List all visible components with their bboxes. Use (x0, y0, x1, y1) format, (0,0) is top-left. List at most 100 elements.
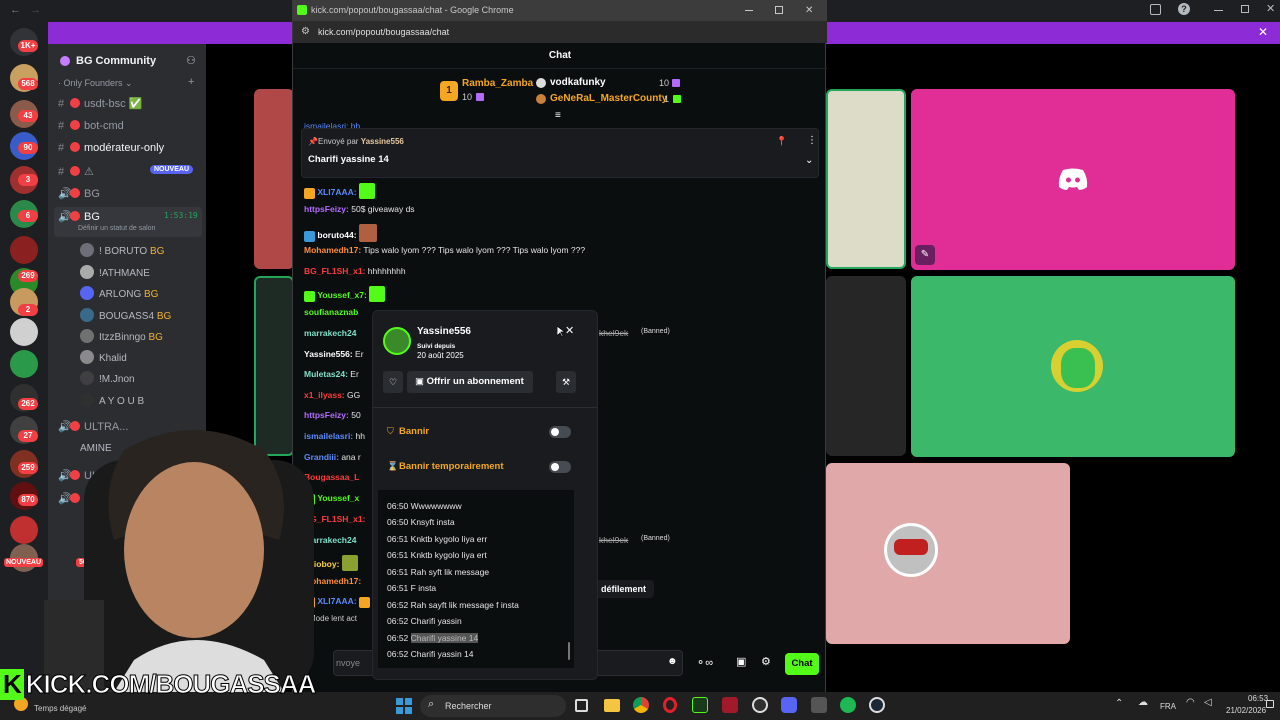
language-indicator[interactable]: FRA (1160, 702, 1176, 711)
follow-button[interactable]: ♡ (383, 371, 403, 393)
ban-toggle[interactable] (549, 426, 571, 438)
video-tile[interactable] (826, 463, 1070, 644)
unpin-icon[interactable]: 📍 (776, 136, 787, 147)
leaderboard-name[interactable]: Ramba_Zamba (462, 78, 533, 89)
chevron-up-icon[interactable]: ⌃ (1115, 698, 1123, 709)
chat-message[interactable]: Mohamedh17: Tips walo lyom ??? Tips walo… (304, 245, 585, 255)
spotify-icon[interactable] (840, 697, 856, 713)
file-explorer-icon[interactable] (604, 699, 620, 712)
network-icon[interactable]: ☁ (1138, 697, 1148, 708)
steam-icon[interactable] (869, 697, 885, 713)
voice-user[interactable]: !M.Jnon (80, 371, 135, 385)
gift-sub-icon[interactable]: ▣ (736, 655, 746, 668)
volume-icon[interactable]: ◁ (1204, 697, 1212, 708)
chat-send-button[interactable]: Chat (785, 653, 819, 675)
inbox-icon[interactable] (1150, 4, 1161, 15)
server-badge: 43 (18, 110, 38, 122)
chat-message[interactable]: Youssef_x7: (304, 286, 386, 302)
minimize-icon[interactable] (745, 10, 753, 11)
wifi-icon[interactable]: ◠ (1186, 697, 1195, 708)
video-tile[interactable] (911, 276, 1235, 457)
scroll-to-bottom-button[interactable]: défilement (593, 580, 655, 598)
voice-user[interactable]: A Y O U B (80, 393, 144, 407)
video-tile[interactable] (254, 89, 294, 269)
chat-message[interactable]: x1_ilyass: GG (304, 390, 360, 400)
chat-message[interactable]: Yassine556: Er (304, 349, 364, 359)
leaderboard-name[interactable]: GeNeRaL_MasterCounty (550, 93, 667, 104)
server-icon[interactable] (10, 350, 38, 378)
add-channel-icon[interactable]: + (188, 76, 194, 88)
server-icon[interactable] (10, 516, 38, 544)
close-window-icon[interactable]: ✕ (805, 0, 813, 21)
server-icon[interactable] (10, 318, 38, 346)
windows-start-icon[interactable] (396, 698, 412, 714)
channel-warning[interactable]: # ⚠ (58, 165, 94, 178)
section-only-founders[interactable]: · Only Founders ⌄ (58, 78, 133, 89)
voice-channel-bg-1[interactable]: 🔊 BG (58, 187, 100, 200)
kick-app-icon[interactable] (692, 697, 708, 713)
channel-bot-cmd[interactable]: # bot-cmd (58, 120, 124, 132)
mod-tools-button[interactable]: ⚒ (556, 371, 576, 393)
obs-icon[interactable] (752, 697, 768, 713)
server-icon[interactable] (10, 236, 38, 264)
channel-usdt-bsc[interactable]: # usdt-bsc ✅ (58, 97, 142, 110)
set-status-link[interactable]: Définir un statut de salon (78, 225, 155, 232)
forward-arrow-icon[interactable]: → (30, 4, 41, 16)
history-scrollbar[interactable] (568, 642, 570, 660)
chat-message[interactable]: httpsFeizy: 50$ giveaway ds (304, 204, 415, 214)
maximize-icon[interactable] (1241, 5, 1249, 13)
taskbar-search[interactable]: ⌕ Rechercher (420, 695, 566, 717)
back-arrow-icon[interactable]: ← (10, 4, 21, 16)
banner-close-icon[interactable]: ✕ (1258, 25, 1268, 39)
chat-message[interactable]: httpsFeizy: 50 (304, 410, 361, 420)
address-bar[interactable]: ⚙ kick.com/popout/bougassaa/chat (293, 21, 827, 43)
gift-sub-button[interactable]: ▣ Offrir un abonnement (407, 371, 533, 393)
points-icon[interactable]: ⚬∞ (696, 656, 713, 669)
notification-icon[interactable] (1266, 700, 1274, 708)
close-icon[interactable]: ✕ (565, 324, 574, 337)
chat-message[interactable]: boruto44: (304, 224, 377, 242)
voice-user[interactable]: Khalid (80, 350, 127, 364)
chat-message[interactable]: XLI7AAA: (304, 183, 375, 199)
add-member-icon[interactable]: ⚇ (186, 54, 196, 67)
settings-icon[interactable]: ⚙ (761, 655, 771, 668)
chat-message[interactable]: marrakech24 (304, 328, 356, 338)
video-tile[interactable] (826, 89, 906, 269)
minimize-icon[interactable] (1214, 10, 1223, 11)
discord-icon[interactable] (781, 697, 797, 713)
maximize-icon[interactable] (775, 6, 783, 14)
clock-date[interactable]: 21/02/2026 (1226, 706, 1266, 715)
user-message-history: 06:50 Wwwwwwww 06:50 Knsyft insta 06:51 … (378, 490, 574, 668)
chat-message[interactable]: soufianaznab (304, 307, 358, 317)
guild-header[interactable]: BG Community ⚇ (48, 50, 206, 74)
help-icon[interactable]: ? (1178, 3, 1190, 15)
leaderboard-name[interactable]: vodkafunky (550, 77, 606, 88)
voice-channel-bg-2[interactable]: 🔊 BG (58, 210, 100, 223)
close-window-icon[interactable]: ✕ (1266, 2, 1275, 15)
video-tile[interactable]: ✎ (911, 89, 1235, 270)
more-options-icon[interactable]: ⋮ (807, 135, 817, 146)
chevron-down-icon[interactable]: ⌄ (805, 155, 813, 166)
acrobat-icon[interactable] (722, 697, 738, 713)
pinned-text: Charifi yassine 14 (308, 154, 389, 165)
voice-user[interactable]: ! BORUTO BG (80, 243, 164, 257)
taskbar-app-icon[interactable] (811, 697, 827, 713)
chat-message[interactable]: BG_FL1SH_x1: hhhhhhhh (304, 266, 406, 276)
voice-user[interactable]: !ATHMANE (80, 265, 150, 279)
opera-icon[interactable] (663, 697, 677, 713)
channel-moderateur-only[interactable]: # modérateur-only (58, 142, 164, 154)
webcam-overlay (44, 430, 314, 692)
voice-user[interactable]: ItzzBinngo BG (80, 329, 163, 343)
emoji-icon[interactable]: ☻ (667, 656, 678, 667)
video-tile[interactable] (826, 276, 906, 456)
expand-leaderboard-icon[interactable]: ≡ (555, 110, 561, 121)
site-settings-icon[interactable]: ⚙ (301, 21, 310, 43)
task-view-icon[interactable] (575, 699, 588, 712)
chrome-icon[interactable] (633, 697, 649, 713)
timeout-toggle[interactable] (549, 461, 571, 473)
user-card-username[interactable]: Yassine556 (417, 326, 471, 337)
voice-user[interactable]: BOUGASS4 BG (80, 308, 171, 322)
voice-user[interactable]: ARLONG BG (80, 286, 158, 300)
chat-message[interactable]: Muletas24: Er (304, 369, 359, 379)
pinned-message[interactable]: 📌 Envoyé par Yassine556 Charifi yassine … (301, 128, 819, 178)
